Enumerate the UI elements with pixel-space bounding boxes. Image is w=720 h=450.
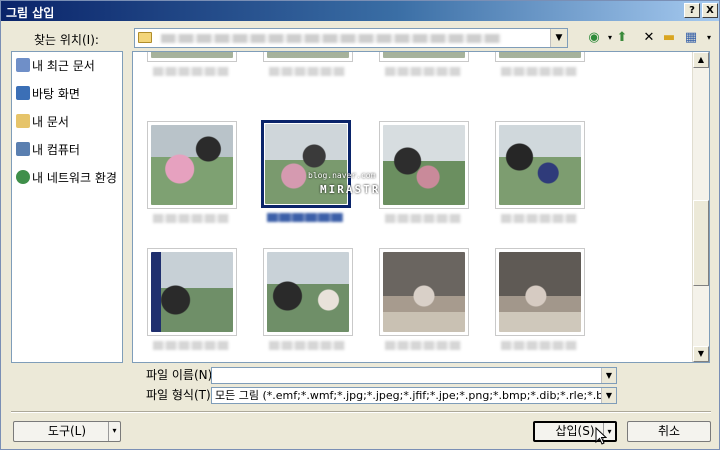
thumbnail-frame	[263, 248, 353, 336]
thumbnail-caption	[153, 67, 229, 76]
place-my-documents[interactable]: 내 문서	[16, 113, 69, 131]
filetype-label: 파일 형식(T):	[146, 388, 215, 402]
cancel-button[interactable]: 취소	[627, 421, 711, 442]
photo	[151, 252, 233, 332]
chevron-down-icon[interactable]: ▾	[108, 422, 120, 441]
chevron-down-icon[interactable]: ▼	[601, 368, 616, 383]
thumbnail-caption	[267, 213, 343, 222]
up-folder-icon[interactable]: ⬆	[611, 29, 633, 47]
file-thumbnail-view[interactable]: blog.naver.com MIRASTRO ▲ ▼	[132, 51, 710, 363]
network-places-icon	[16, 170, 30, 184]
mouse-cursor-icon	[595, 427, 607, 445]
thumbnail-frame	[147, 52, 237, 62]
watermark-text: blog.naver.com	[308, 171, 376, 180]
thumbnail-frame	[379, 121, 469, 209]
delete-icon[interactable]: ✕	[638, 29, 660, 47]
window-title: 그림 삽입	[6, 6, 55, 20]
thumbnail-caption	[153, 214, 229, 223]
thumbnail-frame	[147, 248, 237, 336]
photo	[499, 252, 581, 332]
thumbnail-frame: blog.naver.com MIRASTRO	[261, 120, 387, 208]
place-desktop[interactable]: 바탕 화면	[16, 85, 80, 103]
chevron-down-icon[interactable]: ▼	[601, 388, 616, 403]
folder-icon	[138, 32, 152, 43]
place-label: 내 컴퓨터	[32, 143, 80, 157]
thumbnail-caption	[269, 67, 345, 76]
recent-docs-icon	[16, 58, 30, 72]
chevron-down-icon[interactable]: ▼	[550, 29, 567, 47]
thumbnail-frame	[379, 248, 469, 336]
thumbnail-caption	[153, 341, 229, 350]
thumbnail-frame	[263, 52, 353, 62]
photo	[151, 125, 233, 205]
thumbnail-caption	[269, 341, 345, 350]
close-button[interactable]: X	[702, 3, 718, 18]
thumbnail-caption	[385, 214, 461, 223]
thumbnail-caption	[385, 67, 461, 76]
filename-input[interactable]: ▼	[211, 367, 617, 384]
photo	[499, 125, 581, 205]
photo	[499, 52, 581, 58]
scroll-up-arrow-icon[interactable]: ▲	[693, 52, 709, 68]
photo	[151, 52, 233, 58]
new-folder-icon[interactable]: ▬	[658, 29, 680, 47]
scroll-down-arrow-icon[interactable]: ▼	[693, 346, 709, 362]
insert-picture-dialog: 그림 삽입 ? X 찾는 위치(I): ▼ ◉ ▾ ⬆ ✕ ▬ ▦ ▾ 내 최근…	[0, 0, 720, 450]
thumbnail-caption	[385, 341, 461, 350]
thumbnail-frame	[495, 52, 585, 62]
thumbnail-caption	[501, 214, 577, 223]
thumbnail-caption	[501, 341, 577, 350]
my-documents-icon	[16, 114, 30, 128]
filetype-select[interactable]: 모든 그림 (*.emf;*.wmf;*.jpg;*.jpeg;*.jfif;*…	[211, 387, 617, 404]
place-label: 바탕 화면	[32, 87, 80, 101]
tools-button[interactable]: 도구(L) ▾	[13, 421, 121, 442]
photo	[267, 52, 349, 58]
tools-button-label: 도구(L)	[47, 424, 87, 438]
photo	[383, 52, 465, 58]
look-in-combo[interactable]: ▼	[134, 28, 568, 48]
thumbnail-caption	[501, 67, 577, 76]
place-label: 내 최근 문서	[32, 59, 95, 73]
place-recent-documents[interactable]: 내 최근 문서	[16, 57, 95, 75]
place-my-computer[interactable]: 내 컴퓨터	[16, 141, 80, 159]
help-button[interactable]: ?	[684, 3, 700, 18]
scrollbar-thumb[interactable]	[693, 200, 709, 286]
views-dropdown-icon[interactable]: ▾	[698, 29, 720, 47]
insert-button-label: 삽입(S)	[555, 424, 595, 438]
desktop-icon	[16, 86, 30, 100]
photo	[267, 252, 349, 332]
title-bar: 그림 삽입 ? X	[1, 1, 719, 21]
thumbnail-frame	[495, 248, 585, 336]
look-in-label: 찾는 위치(I):	[34, 33, 99, 47]
places-bar: 내 최근 문서 바탕 화면 내 문서 내 컴퓨터 내 네트워크 환경	[11, 51, 123, 363]
filetype-value: 모든 그림 (*.emf;*.wmf;*.jpg;*.jpeg;*.jfif;*…	[215, 389, 614, 402]
thumbnail-frame	[495, 121, 585, 209]
cancel-button-label: 취소	[657, 424, 681, 438]
folder-path-text	[161, 34, 501, 43]
thumbnail-frame	[379, 52, 469, 62]
photo	[383, 252, 465, 332]
vertical-scrollbar[interactable]: ▲ ▼	[692, 52, 709, 362]
my-computer-icon	[16, 142, 30, 156]
place-network[interactable]: 내 네트워크 환경	[16, 169, 117, 187]
place-label: 내 네트워크 환경	[32, 171, 117, 185]
photo	[383, 125, 465, 205]
filename-label: 파일 이름(N):	[146, 368, 217, 382]
place-label: 내 문서	[32, 115, 69, 129]
thumbnail-frame	[147, 121, 237, 209]
divider	[11, 411, 711, 413]
